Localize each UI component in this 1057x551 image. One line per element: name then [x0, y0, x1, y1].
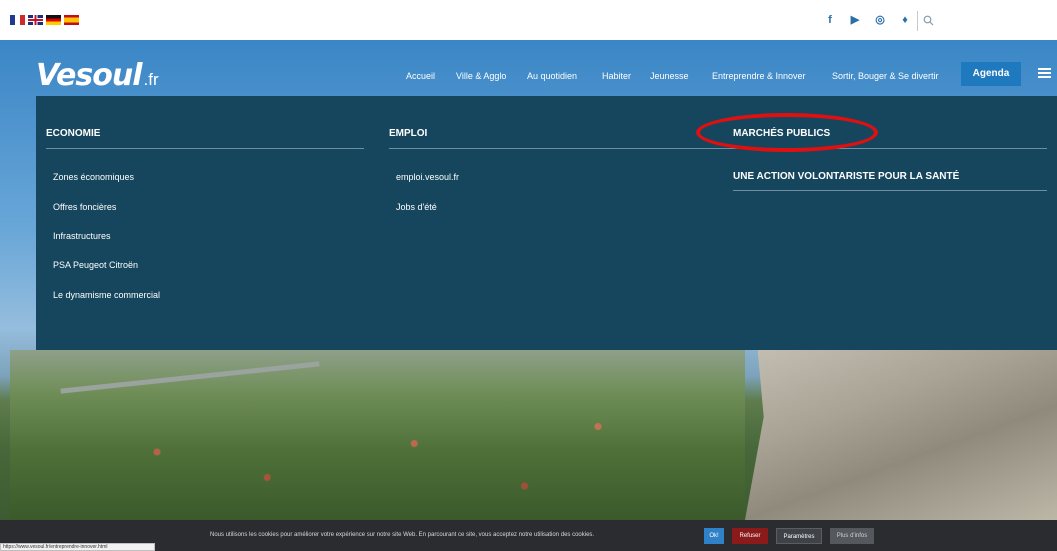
menu-heading-marches-publics[interactable]: MARCHÉS PUBLICS: [733, 128, 830, 139]
menu-item-offres-foncieres[interactable]: Offres foncières: [53, 202, 116, 212]
top-bar: f ▶ ◎ ♦: [0, 0, 1057, 40]
flag-gb-icon[interactable]: [28, 15, 43, 25]
menu-item-zones-economiques[interactable]: Zones économiques: [53, 172, 134, 182]
main-nav: Accueil Ville & Agglo Au quotidien Habit…: [0, 68, 1057, 88]
divider: [46, 148, 364, 149]
divider: [733, 190, 1047, 191]
nav-item-sortir[interactable]: Sortir, Bouger & Se divertir: [832, 71, 939, 81]
menu-item-emploi-vesoul[interactable]: emploi.vesoul.fr: [396, 172, 459, 182]
menu-item-jobs-ete[interactable]: Jobs d'été: [396, 202, 437, 212]
status-bar-url: https://www.vesoul.fr/entreprendre-innov…: [0, 543, 155, 551]
nav-item-entreprendre[interactable]: Entreprendre & Innover: [712, 71, 806, 81]
menu-heading-sante[interactable]: UNE ACTION VOLONTARISTE POUR LA SANTÉ: [733, 171, 959, 182]
menu-hamburger-icon[interactable]: [1038, 68, 1051, 78]
flag-es-icon[interactable]: [64, 15, 79, 25]
menu-heading-emploi[interactable]: EMPLOI: [389, 128, 427, 139]
menu-item-infrastructures[interactable]: Infrastructures: [53, 231, 111, 241]
cookie-text: Nous utilisons les cookies pour améliore…: [210, 532, 595, 538]
social-links: f ▶ ◎ ♦: [824, 13, 911, 27]
flag-fr-icon[interactable]: [10, 15, 25, 25]
cookie-settings-button[interactable]: Paramètres: [776, 528, 822, 544]
instagram-icon[interactable]: ◎: [874, 13, 886, 27]
nav-item-ville-agglo[interactable]: Ville & Agglo: [456, 71, 506, 81]
divider: [389, 148, 706, 149]
flag-de-icon[interactable]: [46, 15, 61, 25]
menu-item-psa[interactable]: PSA Peugeot Citroën: [53, 260, 138, 270]
search-box: [917, 11, 1057, 31]
twitter-icon[interactable]: ♦: [899, 13, 911, 27]
cookie-refuse-button[interactable]: Refuser: [732, 528, 768, 544]
nav-item-accueil[interactable]: Accueil: [406, 71, 435, 81]
agenda-button[interactable]: Agenda: [961, 62, 1021, 86]
language-switcher: [10, 15, 79, 25]
cookie-ok-button[interactable]: Ok!: [704, 528, 724, 544]
rock-cliff-image: [745, 348, 1057, 520]
town-panorama-image: [10, 350, 745, 520]
search-icon[interactable]: [923, 15, 934, 26]
search-input[interactable]: [938, 13, 1053, 29]
youtube-icon[interactable]: ▶: [849, 13, 861, 27]
mega-menu: ECONOMIE Zones économiques Offres fonciè…: [36, 96, 1057, 350]
menu-heading-economie[interactable]: ECONOMIE: [46, 128, 100, 139]
cookie-more-info-button[interactable]: Plus d'infos: [830, 528, 874, 544]
nav-item-au-quotidien[interactable]: Au quotidien: [527, 71, 577, 81]
nav-item-habiter[interactable]: Habiter: [602, 71, 631, 81]
menu-item-dynamisme-commercial[interactable]: Le dynamisme commercial: [53, 290, 160, 300]
facebook-icon[interactable]: f: [824, 13, 836, 27]
cookie-banner: Nous utilisons les cookies pour améliore…: [0, 520, 1057, 551]
divider: [706, 148, 1047, 149]
nav-item-jeunesse[interactable]: Jeunesse: [650, 71, 689, 81]
